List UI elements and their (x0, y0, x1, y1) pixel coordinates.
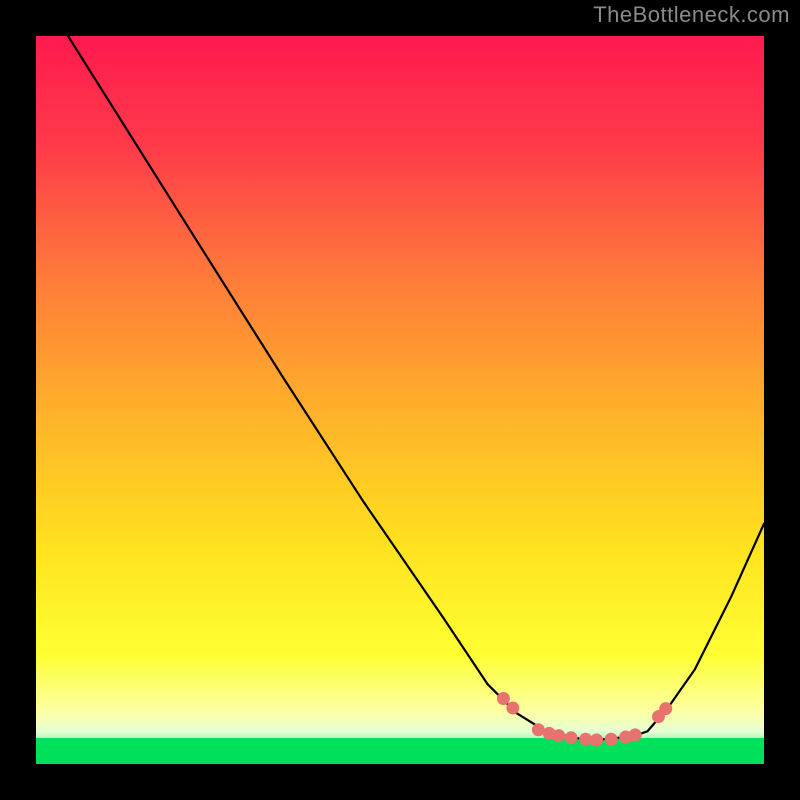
marker-dot (605, 733, 618, 746)
marker-dot (659, 702, 672, 715)
marker-dot (506, 701, 519, 714)
watermark-text: TheBottleneck.com (593, 2, 790, 28)
marker-layer (36, 36, 764, 764)
marker-dot (552, 729, 565, 742)
chart-stage: TheBottleneck.com (0, 0, 800, 800)
plot-area (36, 36, 764, 764)
marker-dot (629, 728, 642, 741)
marker-dot (565, 731, 578, 744)
marker-dot (497, 692, 510, 705)
marker-dot (590, 733, 603, 746)
